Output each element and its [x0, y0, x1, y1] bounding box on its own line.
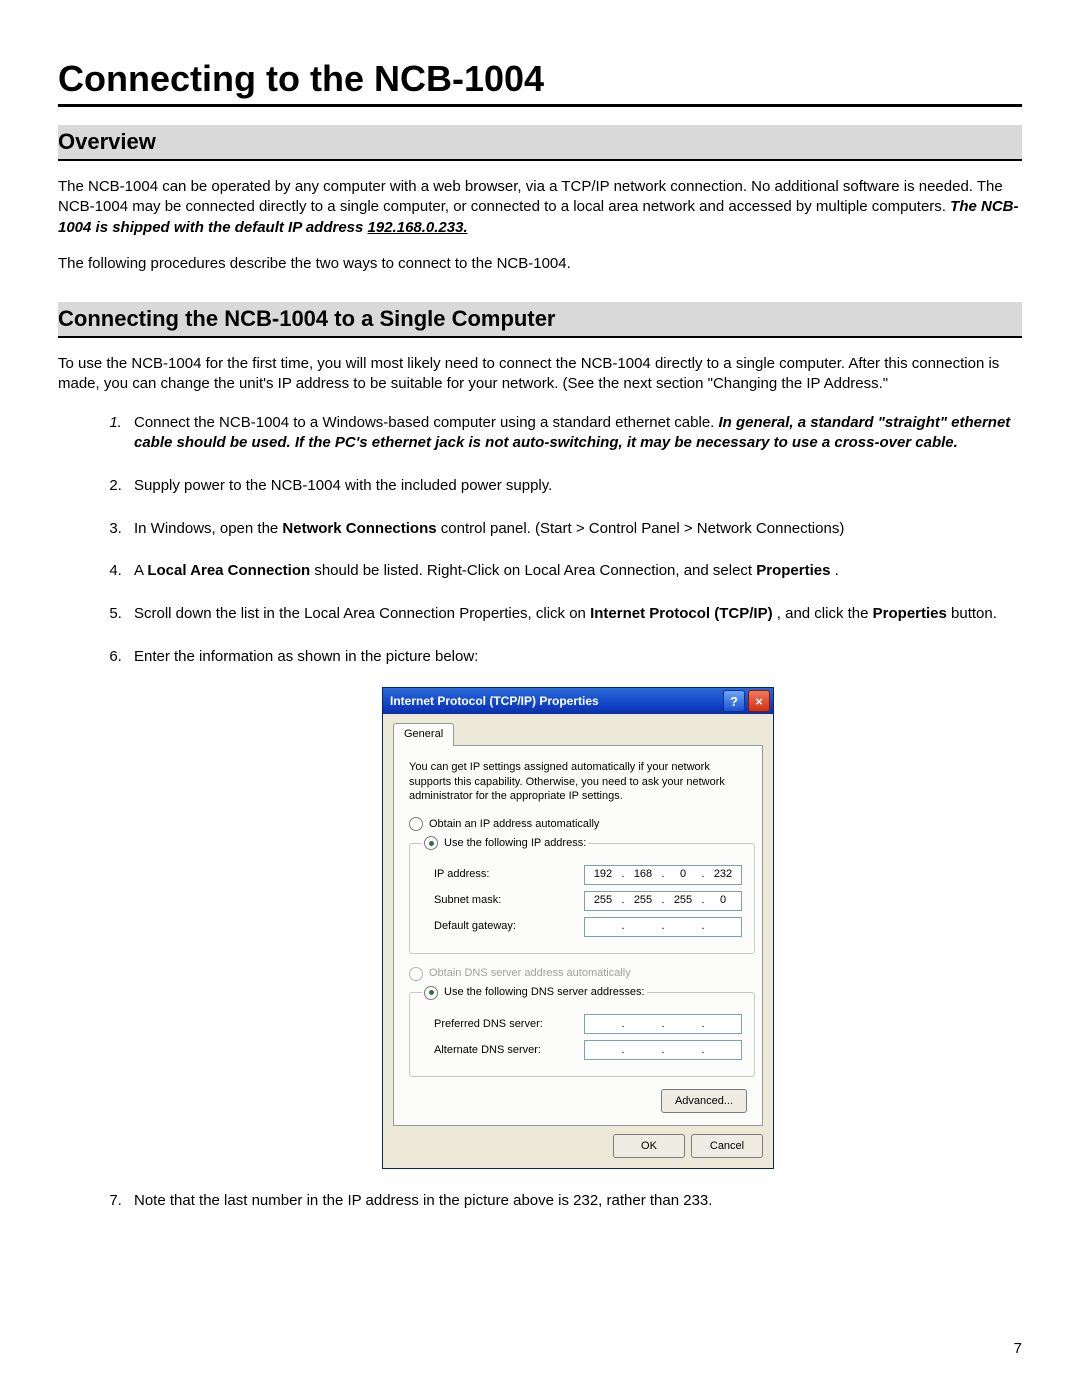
ip-oct-4: 232 — [710, 867, 736, 882]
step-5-d: Properties — [873, 605, 947, 622]
dialog-titlebar: Internet Protocol (TCP/IP) Properties ? … — [383, 688, 773, 714]
ip-oct-2: 168 — [630, 867, 656, 882]
overview-p1-text: The NCB-1004 can be operated by any comp… — [58, 178, 1003, 215]
radio-auto-dns-label: Obtain DNS server address automatically — [429, 966, 631, 981]
step-5-c: , and click the — [777, 605, 873, 622]
dialog-intro: You can get IP settings assigned automat… — [409, 760, 747, 802]
step-3-b: Network Connections — [282, 520, 436, 537]
section-heading-overview: Overview — [58, 125, 1022, 161]
input-ip[interactable]: 192. 168. 0. 232 — [584, 865, 742, 885]
close-button[interactable]: × — [748, 690, 770, 712]
subnet-oct-1: 255 — [590, 893, 616, 908]
input-pref-dns[interactable]: . . . — [584, 1014, 742, 1034]
step-4-c: should be listed. Right-Click on Local A… — [314, 562, 756, 579]
page-number: 7 — [1014, 1340, 1022, 1357]
step-4-a: A — [134, 562, 147, 579]
step-5-e: button. — [951, 605, 997, 622]
label-ip: IP address: — [422, 867, 584, 882]
subnet-oct-3: 255 — [670, 893, 696, 908]
input-subnet[interactable]: 255. 255. 255. 0 — [584, 891, 742, 911]
advanced-button[interactable]: Advanced... — [661, 1089, 747, 1113]
ip-group: Use the following IP address: IP address… — [409, 836, 755, 954]
radio-manual-ip[interactable] — [424, 836, 438, 850]
dialog-title: Internet Protocol (TCP/IP) Properties — [390, 693, 720, 710]
label-alt-dns: Alternate DNS server: — [422, 1043, 584, 1058]
label-subnet: Subnet mask: — [422, 893, 584, 908]
input-gateway[interactable]: . . . — [584, 917, 742, 937]
subnet-oct-4: 0 — [710, 893, 736, 908]
ip-oct-3: 0 — [670, 867, 696, 882]
section-heading-single: Connecting the NCB-1004 to a Single Comp… — [58, 302, 1022, 338]
help-button[interactable]: ? — [723, 690, 745, 712]
step-4-d: Properties — [756, 562, 830, 579]
subnet-oct-2: 255 — [630, 893, 656, 908]
label-pref-dns: Preferred DNS server: — [422, 1017, 584, 1032]
overview-paragraph-1: The NCB-1004 can be operated by any comp… — [58, 177, 1022, 238]
ip-oct-1: 192 — [590, 867, 616, 882]
step-3: In Windows, open the Network Connections… — [126, 519, 1022, 540]
step-2: Supply power to the NCB-1004 with the in… — [126, 476, 1022, 497]
step-3-c: control panel. (Start > Control Panel > … — [441, 520, 845, 537]
step-4-e: . — [835, 562, 839, 579]
radio-auto-dns — [409, 967, 423, 981]
steps-list: Connect the NCB-1004 to a Windows-based … — [126, 413, 1022, 1213]
step-5-b: Internet Protocol (TCP/IP) — [590, 605, 773, 622]
radio-auto-ip[interactable] — [409, 817, 423, 831]
radio-manual-ip-label: Use the following IP address: — [444, 836, 586, 851]
radio-manual-dns-label: Use the following DNS server addresses: — [444, 985, 645, 1000]
step-4-b: Local Area Connection — [147, 562, 310, 579]
step-6-text: Enter the information as shown in the pi… — [134, 648, 478, 665]
ok-button[interactable]: OK — [613, 1134, 685, 1158]
step-4: A Local Area Connection should be listed… — [126, 561, 1022, 582]
label-gateway: Default gateway: — [422, 919, 584, 934]
overview-paragraph-2: The following procedures describe the tw… — [58, 254, 1022, 274]
step-5-a: Scroll down the list in the Local Area C… — [134, 605, 590, 622]
step-1: Connect the NCB-1004 to a Windows-based … — [126, 413, 1022, 454]
overview-default-ip: 192.168.0.233. — [368, 219, 468, 236]
tcpip-dialog: Internet Protocol (TCP/IP) Properties ? … — [382, 687, 774, 1169]
step-1-text: Connect the NCB-1004 to a Windows-based … — [134, 414, 719, 431]
step-3-a: In Windows, open the — [134, 520, 282, 537]
radio-manual-dns[interactable] — [424, 986, 438, 1000]
input-alt-dns[interactable]: . . . — [584, 1040, 742, 1060]
tab-general[interactable]: General — [393, 723, 454, 746]
step-7: Note that the last number in the IP addr… — [126, 1191, 1022, 1212]
cancel-button[interactable]: Cancel — [691, 1134, 763, 1158]
step-6: Enter the information as shown in the pi… — [126, 647, 1022, 1170]
step-5: Scroll down the list in the Local Area C… — [126, 604, 1022, 625]
page-title: Connecting to the NCB-1004 — [58, 58, 1022, 107]
single-intro: To use the NCB-1004 for the first time, … — [58, 354, 1022, 395]
dns-group: Use the following DNS server addresses: … — [409, 985, 755, 1077]
radio-auto-ip-label: Obtain an IP address automatically — [429, 817, 599, 832]
